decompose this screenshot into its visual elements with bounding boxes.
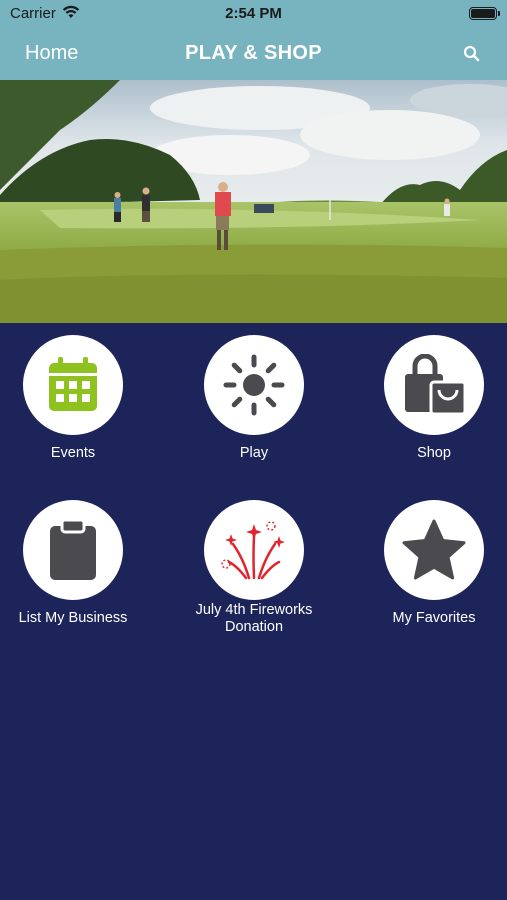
tile-shop-circle [384,335,484,435]
tile-play[interactable]: Play [169,335,339,462]
shopping-bag-icon [405,354,467,416]
tile-list-my-business-circle [23,500,123,600]
clock: 2:54 PM [225,5,282,22]
navigation-bar: Home PLAY & SHOP [0,26,507,80]
tile-list-my-business-label: List My Business [18,610,128,626]
golf-course-photo [0,80,507,323]
page-title: PLAY & SHOP [185,42,322,64]
tile-play-label: Play [239,445,269,461]
tile-fireworks-donation[interactable]: July 4th Fireworks Donation [169,500,339,636]
status-bar: Carrier 2:54 PM [0,0,507,26]
battery-icon [469,7,500,20]
tile-my-favorites-label: My Favorites [392,610,476,626]
clipboard-icon [50,518,96,580]
tile-fireworks-donation-label: July 4th Fireworks Donation [195,602,313,635]
tile-shop-label: Shop [417,445,451,461]
tile-play-circle [204,335,304,435]
tile-events-circle [23,335,123,435]
calendar-icon [49,357,97,411]
tile-shop[interactable]: Shop [349,335,507,462]
hero-golf-course-image [0,80,507,323]
tile-list-my-business[interactable]: List My Business [0,500,158,627]
tile-my-favorites[interactable]: My Favorites [349,500,507,627]
star-icon [402,519,466,580]
tile-events-label: Events [50,445,96,461]
sun-icon [223,354,285,416]
tile-events[interactable]: Events [0,335,158,462]
fireworks-icon [221,521,285,580]
tile-fireworks-donation-circle [204,500,304,600]
tile-my-favorites-circle [384,500,484,600]
search-icon[interactable] [461,43,483,65]
